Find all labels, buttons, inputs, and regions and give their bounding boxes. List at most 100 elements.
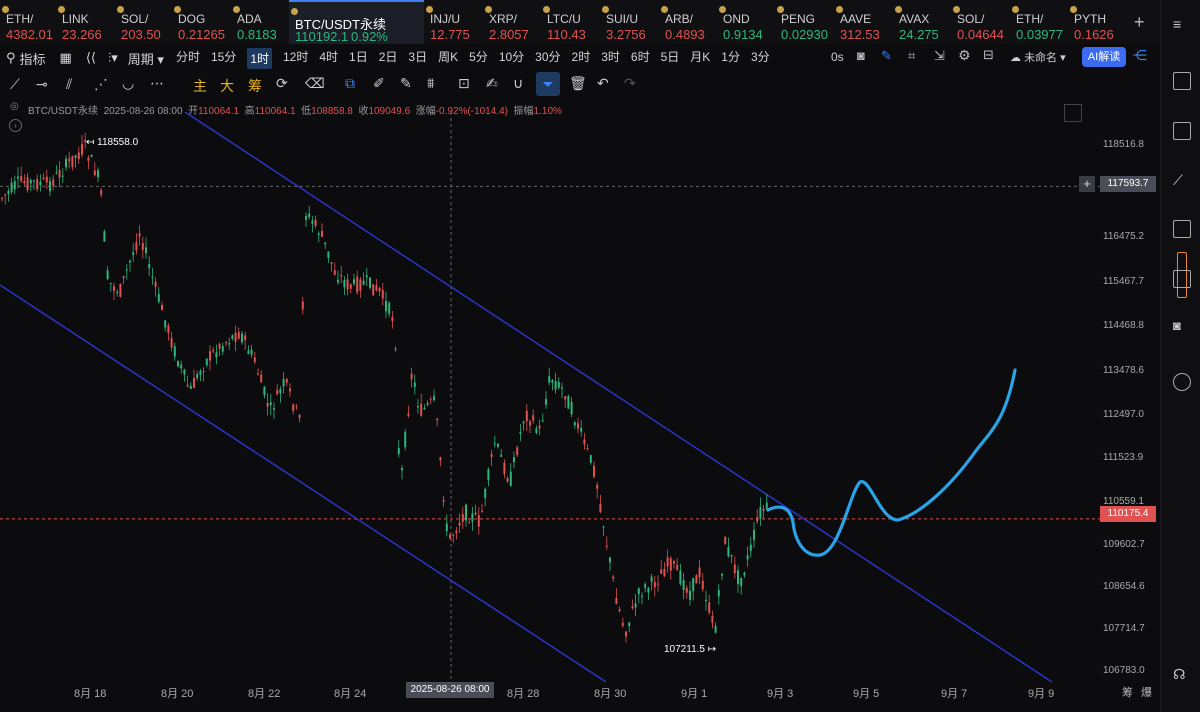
timeframe-8[interactable]: 周K: [438, 48, 458, 69]
timeframe-13[interactable]: 3时: [601, 48, 620, 69]
candle-body: [298, 414, 301, 419]
candle-body: [289, 388, 291, 392]
chip-bottom-label[interactable]: 筹: [1122, 684, 1133, 700]
timeframe-0[interactable]: 分时: [176, 48, 200, 69]
timeframe-15[interactable]: 5日: [661, 48, 680, 69]
channel-tool-icon[interactable]: ⫽: [66, 76, 72, 93]
pattern-icon[interactable]: ⩩: [427, 75, 434, 92]
ticker-tab[interactable]: XRP/2.8057: [483, 0, 541, 44]
grid-icon[interactable]: ⌗: [908, 48, 915, 64]
redo-icon[interactable]: ↷: [624, 75, 636, 92]
timeframe-3[interactable]: 12时: [283, 48, 308, 69]
magic-pen-icon[interactable]: ✎: [400, 75, 412, 92]
timeframe-2[interactable]: 1时: [247, 47, 272, 69]
layout-icon[interactable]: ▦: [60, 50, 72, 66]
burst-bottom-label[interactable]: 爆: [1141, 684, 1152, 700]
ticker-tab[interactable]: LTC/U 110.43: [541, 0, 600, 44]
ai-analysis-button[interactable]: AI解读: [1082, 47, 1126, 67]
erase-tool-icon[interactable]: ⌫: [305, 75, 325, 92]
chart-line-icon[interactable]: ⟋: [1173, 172, 1189, 188]
ticker-tab[interactable]: AAVE 312.53: [834, 0, 893, 44]
main-indicator-button[interactable]: 主: [193, 76, 207, 96]
chip-indicator-button[interactable]: 筹: [248, 76, 262, 96]
undo-icon[interactable]: ↶: [597, 75, 609, 92]
indicator-icon[interactable]: ⚲: [6, 50, 16, 66]
parallel-tool-icon[interactable]: ⋰: [94, 76, 108, 93]
candle-body: [471, 513, 474, 522]
timeframe-4[interactable]: 4时: [319, 48, 338, 69]
timeframe-10[interactable]: 10分: [499, 48, 524, 69]
candle-body: [743, 572, 746, 576]
big-indicator-button[interactable]: 大: [220, 76, 234, 96]
timeframe-12[interactable]: 2时: [572, 48, 591, 69]
rewind-icon[interactable]: ⟨⟨: [86, 50, 96, 66]
note-icon[interactable]: ✍: [486, 75, 498, 92]
ticker-tab[interactable]: LINK 23.266: [56, 0, 115, 44]
order-book-icon[interactable]: [1173, 72, 1191, 90]
filter-icon[interactable]: ⏷: [536, 72, 560, 96]
ticker-tab[interactable]: DOG 0.21265: [172, 0, 231, 44]
ticker-price: 0.21265: [178, 27, 225, 42]
timeframe-7[interactable]: 3日: [408, 48, 427, 69]
share-icon[interactable]: ⋲: [1133, 47, 1147, 64]
ticker-tab[interactable]: ADA 0.8183: [231, 0, 289, 44]
timeframe-6[interactable]: 2日: [379, 48, 398, 69]
sync-circle-icon[interactable]: [1173, 373, 1191, 391]
settings-icon[interactable]: ⚙: [958, 47, 971, 64]
delete-icon[interactable]: 🗑: [569, 75, 587, 92]
calculator-icon[interactable]: [1173, 220, 1191, 238]
candlestick-chart[interactable]: [0, 112, 1160, 712]
robot-icon[interactable]: ◙: [1173, 318, 1189, 334]
ticker-tab[interactable]: ETH/0.03977: [1010, 0, 1068, 44]
trade-icon[interactable]: [1173, 122, 1191, 140]
candle-body: [701, 580, 704, 590]
magnet-icon[interactable]: ∪: [513, 75, 523, 92]
ticker-tab[interactable]: SOL/0.04644: [951, 0, 1010, 44]
menu-icon[interactable]: ≡: [1173, 16, 1189, 32]
edit-icon[interactable]: ✎: [881, 48, 892, 64]
crosshair-add-icon[interactable]: +: [1079, 176, 1095, 192]
doc-icon[interactable]: [1173, 270, 1191, 288]
sync-icon[interactable]: ⟳: [276, 75, 288, 92]
ticker-tab[interactable]: SOL/203.50: [115, 0, 172, 44]
ticker-symbol: AVAX: [899, 12, 930, 26]
ticker-tab[interactable]: PENG 0.02930: [775, 0, 834, 44]
more-tools-icon[interactable]: ⋯: [150, 75, 164, 92]
ticker-tab[interactable]: OND 0.9134: [717, 0, 775, 44]
chart-type-icon[interactable]: ⫶▾: [108, 50, 118, 66]
ticker-tab[interactable]: PYTH 0.1626: [1068, 0, 1126, 44]
horizontal-line-icon[interactable]: ⊸: [36, 76, 48, 93]
ticker-tab[interactable]: AVAX 24.275: [893, 0, 951, 44]
candle-body: [618, 609, 621, 612]
timeframe-18[interactable]: 3分: [751, 48, 770, 69]
copy-icon[interactable]: ⧉: [345, 75, 355, 92]
lock-icon[interactable]: ⊡: [458, 75, 470, 92]
share-small-icon[interactable]: ⇲: [934, 48, 945, 64]
add-tab-icon[interactable]: +: [1134, 12, 1145, 33]
period-dropdown[interactable]: 周期 ▾: [128, 49, 164, 68]
camera-icon[interactable]: ◙: [857, 48, 865, 63]
ticker-tab[interactable]: SUI/U 3.2756: [600, 0, 659, 44]
ticker-tab[interactable]: ARB/0.4893: [659, 0, 717, 44]
cloud-layout-dropdown[interactable]: ☁ 未命名 ▾: [1010, 49, 1066, 65]
timeframe-14[interactable]: 6时: [631, 48, 650, 69]
timeframe-9[interactable]: 5分: [469, 48, 488, 69]
line-tool-icon[interactable]: ⟋: [10, 76, 20, 93]
ticker-tab[interactable]: ETH/4382.01: [0, 0, 56, 44]
curve-tool-icon[interactable]: ◡: [122, 75, 134, 92]
candle-body: [506, 478, 509, 482]
support-icon[interactable]: ☊: [1173, 666, 1189, 682]
eye-icon[interactable]: ◎: [10, 101, 19, 112]
ticker-tab[interactable]: BTC/USDT永续 110192.1 0.92%: [289, 0, 424, 44]
timeframe-17[interactable]: 1分: [721, 48, 740, 69]
ticker-tab[interactable]: INJ/U 12.775: [424, 0, 483, 44]
timeframe-11[interactable]: 30分: [535, 48, 560, 69]
timeframe-16[interactable]: 月K: [690, 48, 710, 69]
layout-save-icon[interactable]: ⊟: [983, 47, 994, 63]
timeframe-1[interactable]: 15分: [211, 48, 236, 69]
candle-body: [372, 284, 375, 296]
indicators-button[interactable]: 指标: [20, 49, 46, 68]
timeframe-5[interactable]: 1日: [349, 48, 368, 69]
crosshair-time-badge: 2025-08-26 08:00: [406, 682, 494, 698]
brush-icon[interactable]: ✐: [373, 75, 385, 92]
